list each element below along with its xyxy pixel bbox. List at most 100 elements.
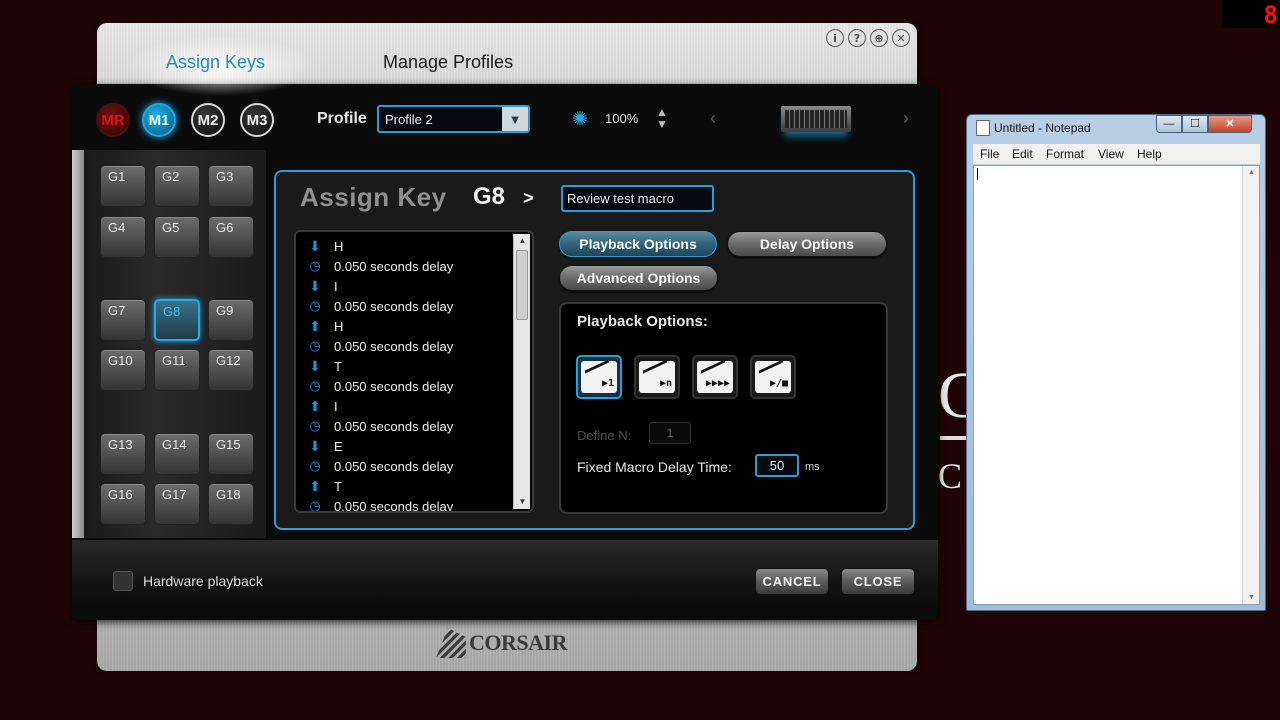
play-repeat-icon: ▶▶▶▶ xyxy=(697,361,733,393)
mode-button-m2[interactable]: M2 xyxy=(191,103,225,137)
macro-step-row[interactable]: ⬇ T xyxy=(296,356,510,376)
gkey-g10[interactable]: G10 xyxy=(100,349,146,391)
macro-step-row[interactable]: ◷ 0.050 seconds delay xyxy=(296,416,510,436)
macro-step-text: 0.050 seconds delay xyxy=(334,298,454,314)
macro-step-row[interactable]: ⬇ H xyxy=(296,236,510,256)
advanced-options-button[interactable]: Advanced Options xyxy=(559,265,718,291)
menu-format[interactable]: Format xyxy=(1046,147,1084,161)
gkey-g14[interactable]: G14 xyxy=(154,433,200,475)
profile-select[interactable]: Profile 2 ▼ xyxy=(377,105,530,133)
fixed-delay-field[interactable]: 50 xyxy=(755,454,799,477)
gkey-g5[interactable]: G5 xyxy=(154,216,200,258)
scroll-up-icon[interactable]: ▲ xyxy=(514,234,531,248)
play-n-times-button[interactable]: ▶n xyxy=(634,355,680,399)
keyboard-next-icon[interactable]: › xyxy=(903,108,909,129)
scroll-up-icon[interactable]: ▲ xyxy=(1243,169,1260,176)
close-button[interactable]: CLOSE xyxy=(841,568,915,595)
macro-step-items: ⬇ H ◷ 0.050 seconds delay ⬇ I ◷ 0.050 seconds d… xyxy=(296,236,510,513)
macro-step-row[interactable]: ◷ 0.050 seconds delay xyxy=(296,256,510,276)
gkey-g11[interactable]: G11 xyxy=(154,349,200,391)
macro-step-row[interactable]: ◷ 0.050 seconds delay xyxy=(296,456,510,476)
clock-icon: ◷ xyxy=(309,458,321,473)
up-arrow-icon: ⬆ xyxy=(309,317,321,334)
macro-step-row[interactable]: ◷ 0.050 seconds delay xyxy=(296,296,510,316)
scroll-thumb[interactable] xyxy=(516,250,528,320)
down-arrow-icon: ⬇ xyxy=(309,237,321,254)
macro-step-row[interactable]: ◷ 0.050 seconds delay xyxy=(296,336,510,356)
hardware-playback-checkbox[interactable] xyxy=(113,571,133,591)
keyboard-prev-icon[interactable]: ‹ xyxy=(710,108,716,129)
menu-edit[interactable]: Edit xyxy=(1012,147,1033,161)
macro-step-text: I xyxy=(334,398,338,414)
macro-step-row[interactable]: ⬇ I xyxy=(296,276,510,296)
gkey-g12[interactable]: G12 xyxy=(208,349,254,391)
gkey-g6[interactable]: G6 xyxy=(208,216,254,258)
gkey-g8[interactable]: G8 xyxy=(154,299,200,341)
macro-step-text: 0.050 seconds delay xyxy=(334,418,454,434)
gkey-g18[interactable]: G18 xyxy=(208,483,254,525)
gkey-g7[interactable]: G7 xyxy=(100,299,146,341)
macro-step-row[interactable]: ◷ 0.050 seconds delay xyxy=(296,496,510,513)
gkey-g13[interactable]: G13 xyxy=(100,433,146,475)
notepad-text-area[interactable] xyxy=(973,165,1260,605)
macro-step-list[interactable]: ⬇ H ◷ 0.050 seconds delay ⬇ I ◷ 0.050 seconds d… xyxy=(294,230,534,513)
macro-step-text: 0.050 seconds delay xyxy=(334,458,454,474)
keyboard-thumbnail xyxy=(781,106,851,132)
clock-icon: ◷ xyxy=(309,418,321,433)
gkey-g2[interactable]: G2 xyxy=(154,165,200,207)
scroll-down-icon[interactable]: ▼ xyxy=(1243,594,1260,601)
profile-select-value: Profile 2 xyxy=(385,112,433,127)
macro-step-row[interactable]: ⬇ E xyxy=(296,436,510,456)
menu-help[interactable]: Help xyxy=(1137,147,1162,161)
notepad-icon xyxy=(976,120,990,136)
macro-list-scrollbar[interactable]: ▲ ▼ xyxy=(513,234,530,509)
gkey-g1[interactable]: G1 xyxy=(100,165,146,207)
play-once-icon: ▶1 xyxy=(581,361,617,393)
menu-file[interactable]: File xyxy=(980,147,999,161)
fixed-delay-label: Fixed Macro Delay Time: xyxy=(577,459,732,475)
info-icon[interactable]: i xyxy=(826,29,844,47)
corsair-logo: CORSAIR xyxy=(436,628,567,658)
brightness-down-icon[interactable]: ▼ xyxy=(652,118,672,130)
play-once-button[interactable]: ▶1 xyxy=(576,355,622,399)
macro-step-text: 0.050 seconds delay xyxy=(334,498,454,513)
mode-button-mr[interactable]: MR xyxy=(96,103,130,137)
mode-button-m1[interactable]: M1 xyxy=(142,103,176,137)
tab-assign-keys[interactable]: Assign Keys xyxy=(125,36,317,96)
clock-icon: ◷ xyxy=(309,298,321,313)
down-arrow-icon: ⬇ xyxy=(309,277,321,294)
menu-view[interactable]: View xyxy=(1098,147,1124,161)
gkey-g4[interactable]: G4 xyxy=(100,216,146,258)
macro-step-row[interactable]: ⬆ T xyxy=(296,476,510,496)
notepad-window-controls: — ☐ ✕ xyxy=(1156,115,1252,133)
chevron-down-icon[interactable]: ▼ xyxy=(502,107,528,131)
close-icon[interactable]: ✕ xyxy=(892,29,910,47)
gkey-g16[interactable]: G16 xyxy=(100,483,146,525)
macro-step-row[interactable]: ◷ 0.050 seconds delay xyxy=(296,376,510,396)
corsair-brand-text: CORSAIR xyxy=(469,630,567,655)
macro-step-row[interactable]: ⬆ H xyxy=(296,316,510,336)
gkey-g15[interactable]: G15 xyxy=(208,433,254,475)
notepad-scrollbar[interactable]: ▲ ▼ xyxy=(1242,166,1259,604)
window-icons: i ? ⊕ ✕ xyxy=(826,29,910,47)
maximize-button[interactable]: ☐ xyxy=(1182,115,1208,133)
gkey-g9[interactable]: G9 xyxy=(208,299,254,341)
play-repeat-button[interactable]: ▶▶▶▶ xyxy=(692,355,738,399)
play-toggle-button[interactable]: ▶/■ xyxy=(750,355,796,399)
scroll-down-icon[interactable]: ▼ xyxy=(514,495,531,509)
delay-options-button[interactable]: Delay Options xyxy=(727,231,887,257)
playback-options-button[interactable]: Playback Options xyxy=(559,231,717,257)
gkey-g17[interactable]: G17 xyxy=(154,483,200,525)
macro-name-input[interactable] xyxy=(561,185,714,212)
help-icon[interactable]: ? xyxy=(848,29,866,47)
cancel-button[interactable]: CANCEL xyxy=(755,568,829,595)
globe-icon[interactable]: ⊕ xyxy=(870,29,888,47)
play-toggle-icon: ▶/■ xyxy=(755,361,791,393)
notepad-close-button[interactable]: ✕ xyxy=(1208,115,1252,133)
brightness-stepper[interactable]: ▲ ▼ xyxy=(652,106,672,130)
mode-button-m3[interactable]: M3 xyxy=(240,103,274,137)
macro-step-row[interactable]: ⬆ I xyxy=(296,396,510,416)
minimize-button[interactable]: — xyxy=(1156,115,1182,133)
gkey-g3[interactable]: G3 xyxy=(208,165,254,207)
tab-manage-profiles[interactable]: Manage Profiles xyxy=(383,52,513,73)
